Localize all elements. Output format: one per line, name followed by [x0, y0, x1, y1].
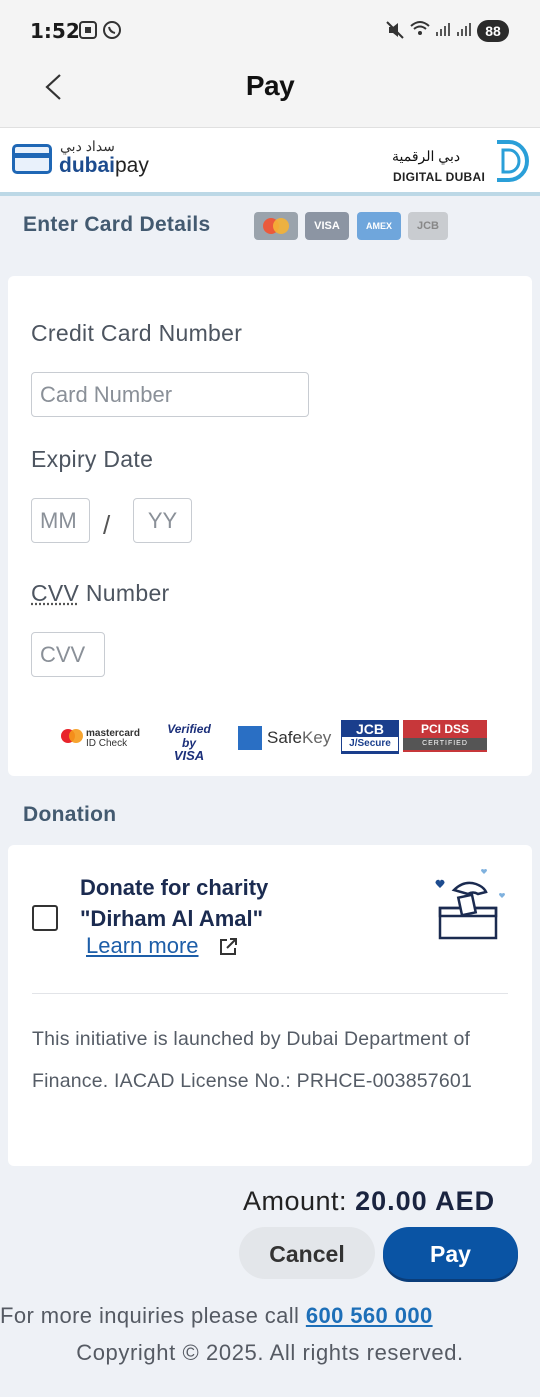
cvv-input[interactable] [31, 632, 105, 677]
digital-dubai-name: DIGITAL DUBAI [393, 170, 486, 184]
whatsapp-icon [102, 20, 122, 45]
battery-indicator: 88 [477, 20, 509, 42]
digital-dubai-logo-icon [493, 138, 529, 184]
cancel-button[interactable]: Cancel [239, 1227, 375, 1279]
pci-dss-logo: PCI DSS CERTIFIED [403, 720, 487, 752]
learn-more-link[interactable]: Learn more [86, 933, 199, 959]
donation-info-text: This initiative is launched by Dubai Dep… [32, 1028, 472, 1092]
mastercard-icon [254, 212, 298, 240]
external-link-icon[interactable] [218, 937, 238, 957]
verified-by-visa-logo: Verified by VISA [167, 722, 211, 763]
digital-dubai-arabic-name: دبي الرقمية [392, 148, 461, 164]
inquiry-phone-link[interactable]: 600 560 000 [306, 1303, 433, 1328]
donation-heading: Donate for charity "Dirham Al Amal" [80, 875, 269, 931]
status-time: 1:52 [30, 19, 80, 43]
screenshot-icon [78, 20, 98, 45]
donation-box-icon [430, 868, 510, 942]
wifi-icon [410, 20, 430, 43]
amex-icon: AMEX [357, 212, 401, 240]
donation-divider [32, 993, 508, 994]
expiry-date-label: Expiry Date [31, 446, 154, 472]
card-number-label: Credit Card Number [31, 320, 243, 346]
copyright-text: Copyright © 2025. All rights reserved. [76, 1340, 464, 1365]
dubaipay-arabic-name: سداد دبي [60, 138, 115, 154]
jcb-jsecure-logo: JCB J/Secure [341, 720, 399, 754]
expiry-separator: / [103, 510, 111, 540]
pay-button[interactable]: Pay [383, 1227, 518, 1279]
expiry-year-input[interactable] [133, 498, 192, 543]
card-number-input[interactable] [31, 372, 309, 417]
dubaipay-logo-icon [12, 144, 52, 174]
visa-icon: VISA [305, 212, 349, 240]
jcb-icon: JCB [408, 212, 448, 240]
page-title: Pay [245, 70, 295, 101]
donation-title: Donation [23, 803, 117, 826]
expiry-month-input[interactable] [31, 498, 90, 543]
dubaipay-name: dubaipay [59, 154, 149, 177]
donate-checkbox[interactable] [32, 905, 58, 931]
mute-icon [386, 20, 404, 45]
cvv-label: CVV Number [31, 580, 170, 606]
inquiry-text: For more inquiries please call 600 560 0… [0, 1303, 433, 1328]
card-details-title: Enter Card Details [23, 213, 211, 236]
amount-display: Amount: 20.00 AED [243, 1186, 496, 1216]
signal-icon [435, 20, 475, 43]
